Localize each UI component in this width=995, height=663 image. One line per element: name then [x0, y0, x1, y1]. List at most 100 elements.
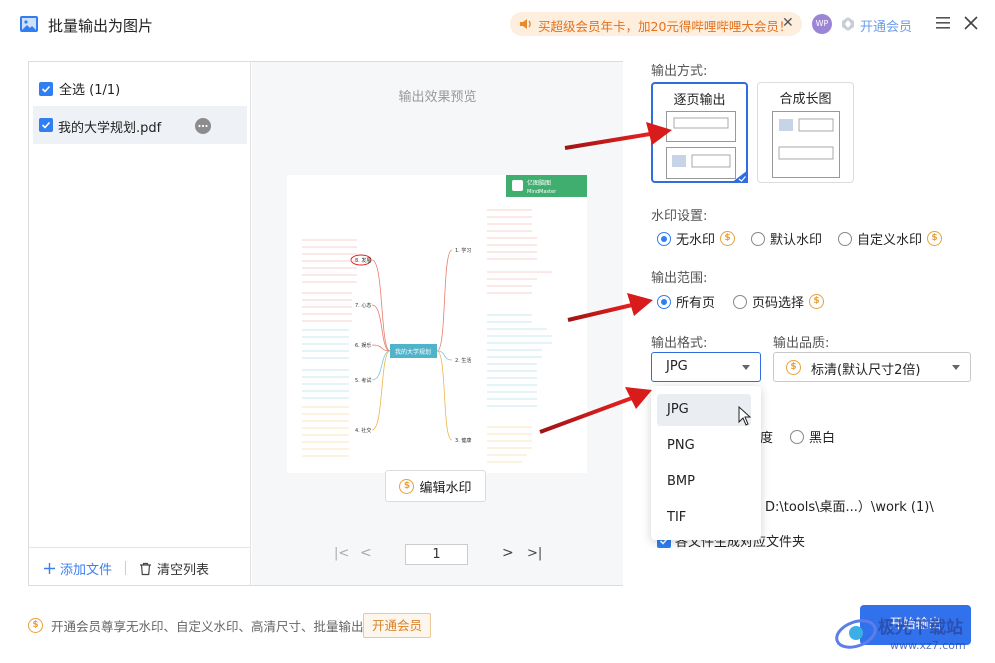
coin-icon: $ — [28, 618, 43, 633]
list-item[interactable]: 我的大学规划.pdf — [33, 106, 247, 144]
branch-label: 7. 心态 — [355, 302, 371, 309]
color-partial-label: 度 — [760, 431, 774, 446]
pagination: |< < 1 > >| — [252, 542, 623, 566]
vip-button[interactable]: 开通会员 — [363, 613, 431, 638]
radio-off-icon — [733, 294, 748, 309]
branch-label: 5. 考试 — [355, 377, 371, 384]
color-bw-radio[interactable]: 黑白 — [790, 427, 835, 446]
add-file-button[interactable]: 添加文件 — [43, 559, 112, 578]
promo-banner[interactable]: 买超级会员年卡，加20元得哔哩哔哩大会员！ ✕ — [510, 12, 802, 36]
close-icon[interactable] — [964, 16, 978, 30]
coin-icon: $ — [786, 360, 801, 375]
vip-note: $ 开通会员尊享无水印、自定义水印、高清尺寸、批量输出 — [28, 616, 364, 635]
center-topic: 我的大学规划 — [395, 348, 431, 356]
wm-none-label: 无水印 — [676, 233, 716, 248]
divider — [125, 561, 126, 575]
format-option-jpg[interactable]: JPG — [657, 394, 751, 426]
coin-icon: $ — [809, 294, 825, 309]
wm-custom-label: 自定义水印 — [857, 233, 923, 248]
trash-icon — [140, 562, 151, 575]
vip-diamond-icon — [842, 17, 854, 31]
page-number-input[interactable]: 1 — [405, 544, 468, 565]
mouse-cursor-icon — [738, 406, 752, 426]
file-list: 全选 (1/1) 我的大学规划.pdf 添加文件 清空列表 — [29, 62, 251, 585]
title-bar: 批量输出为图片 买超级会员年卡，加20元得哔哩哔哩大会员！ ✕ WP 开通会员 — [0, 0, 995, 48]
site-watermark-url: www.xz7.com — [890, 639, 966, 652]
branch-label: 2. 生活 — [455, 357, 471, 364]
chevron-down-icon — [742, 365, 750, 370]
file-checkbox[interactable] — [39, 118, 53, 132]
coin-icon: $ — [927, 231, 943, 246]
format-option-png[interactable]: PNG — [657, 430, 751, 462]
range-select-radio[interactable]: 页码选择 $ — [733, 292, 825, 311]
branch-label: 3. 健康 — [455, 437, 471, 444]
vip-link[interactable]: 开通会员 — [860, 16, 912, 35]
format-label: 输出格式: — [651, 336, 708, 351]
format-option-tif[interactable]: TIF — [657, 502, 751, 534]
clear-list-label: 清空列表 — [157, 563, 210, 578]
file-preview-panel: 全选 (1/1) 我的大学规划.pdf 添加文件 清空列表 输出效果预览 亿图脑… — [28, 61, 623, 586]
avatar[interactable]: WP — [812, 14, 832, 34]
speaker-icon — [520, 19, 531, 29]
preview-title: 输出效果预览 — [398, 90, 477, 105]
wm-none-radio[interactable]: 无水印 $ — [657, 229, 736, 248]
per-page-icon — [666, 111, 736, 179]
range-options: 所有页 页码选择 $ — [657, 292, 825, 311]
range-all-radio[interactable]: 所有页 — [657, 292, 715, 311]
radio-off-icon — [751, 231, 766, 246]
branch-label: 4. 社交 — [355, 427, 371, 434]
watermark-options: 无水印 $ 默认水印 自定义水印 $ — [657, 229, 943, 248]
format-option-bmp[interactable]: BMP — [657, 466, 751, 498]
more-icon[interactable] — [195, 118, 211, 134]
edit-watermark-button[interactable]: $ 编辑水印 — [385, 470, 486, 502]
menu-icon[interactable] — [936, 17, 950, 29]
mode-long-image-label: 合成长图 — [779, 92, 832, 107]
select-all-checkbox[interactable]: 全选 (1/1) — [39, 79, 120, 98]
mode-per-page[interactable]: 逐页输出 — [651, 82, 748, 183]
file-name: 我的大学规划.pdf — [58, 121, 162, 136]
coin-icon: $ — [720, 231, 736, 246]
color-bw-label: 黑白 — [809, 431, 836, 446]
promo-close-icon[interactable]: ✕ — [782, 15, 794, 31]
mindmap-thumbnail: 亿图脑图 MindMaster 我的大学规划 1. 学习 2. 生活 3. 健康… — [302, 175, 587, 463]
branch-label: 6. 娱乐 — [355, 342, 371, 349]
radio-off-icon — [790, 429, 804, 444]
next-page-icon[interactable]: > — [502, 545, 514, 561]
watermark-label: 水印设置: — [651, 209, 708, 224]
vip-note-text: 开通会员尊享无水印、自定义水印、高清尺寸、批量输出 — [51, 619, 364, 634]
wm-custom-radio[interactable]: 自定义水印 $ — [838, 229, 943, 248]
format-select[interactable]: JPG — [651, 352, 761, 382]
quality-value: 标清(默认尺寸2倍) — [811, 363, 921, 378]
image-export-icon — [20, 16, 38, 32]
check-icon — [39, 81, 53, 96]
add-file-label: 添加文件 — [60, 563, 113, 578]
format-value: JPG — [666, 359, 688, 374]
selected-corner-icon — [731, 170, 748, 183]
list-toolbar: 添加文件 清空列表 — [29, 547, 251, 585]
last-page-icon[interactable]: >| — [527, 546, 542, 561]
select-all-label: 全选 (1/1) — [59, 83, 121, 98]
output-path[interactable]: D:\tools\桌面...）\work (1)\ — [765, 496, 934, 515]
mode-per-page-label: 逐页输出 — [673, 93, 726, 108]
prev-page-icon[interactable]: < — [360, 545, 372, 561]
output-mode-label: 输出方式: — [651, 64, 708, 79]
window-title: 批量输出为图片 — [48, 17, 154, 35]
mode-long-image[interactable]: 合成长图 — [757, 82, 854, 183]
first-page-icon[interactable]: |< — [334, 546, 349, 561]
long-image-icon — [772, 111, 840, 178]
range-label: 输出范围: — [651, 271, 708, 286]
range-select-label: 页码选择 — [752, 296, 805, 311]
wm-default-label: 默认水印 — [770, 233, 823, 248]
coin-icon: $ — [399, 478, 415, 494]
branch-label: 8. 发展 — [355, 257, 371, 264]
radio-off-icon — [838, 231, 853, 246]
clear-list-button[interactable]: 清空列表 — [139, 559, 209, 578]
chevron-down-icon — [952, 365, 960, 370]
radio-on-icon — [657, 231, 671, 246]
quality-select[interactable]: $ 标清(默认尺寸2倍) — [773, 352, 971, 382]
plus-icon — [44, 563, 55, 574]
wm-default-radio[interactable]: 默认水印 — [751, 229, 822, 248]
brand-logo-icon — [512, 180, 523, 191]
brand-name: 亿图脑图 — [527, 179, 551, 187]
site-logo-icon — [835, 619, 877, 649]
